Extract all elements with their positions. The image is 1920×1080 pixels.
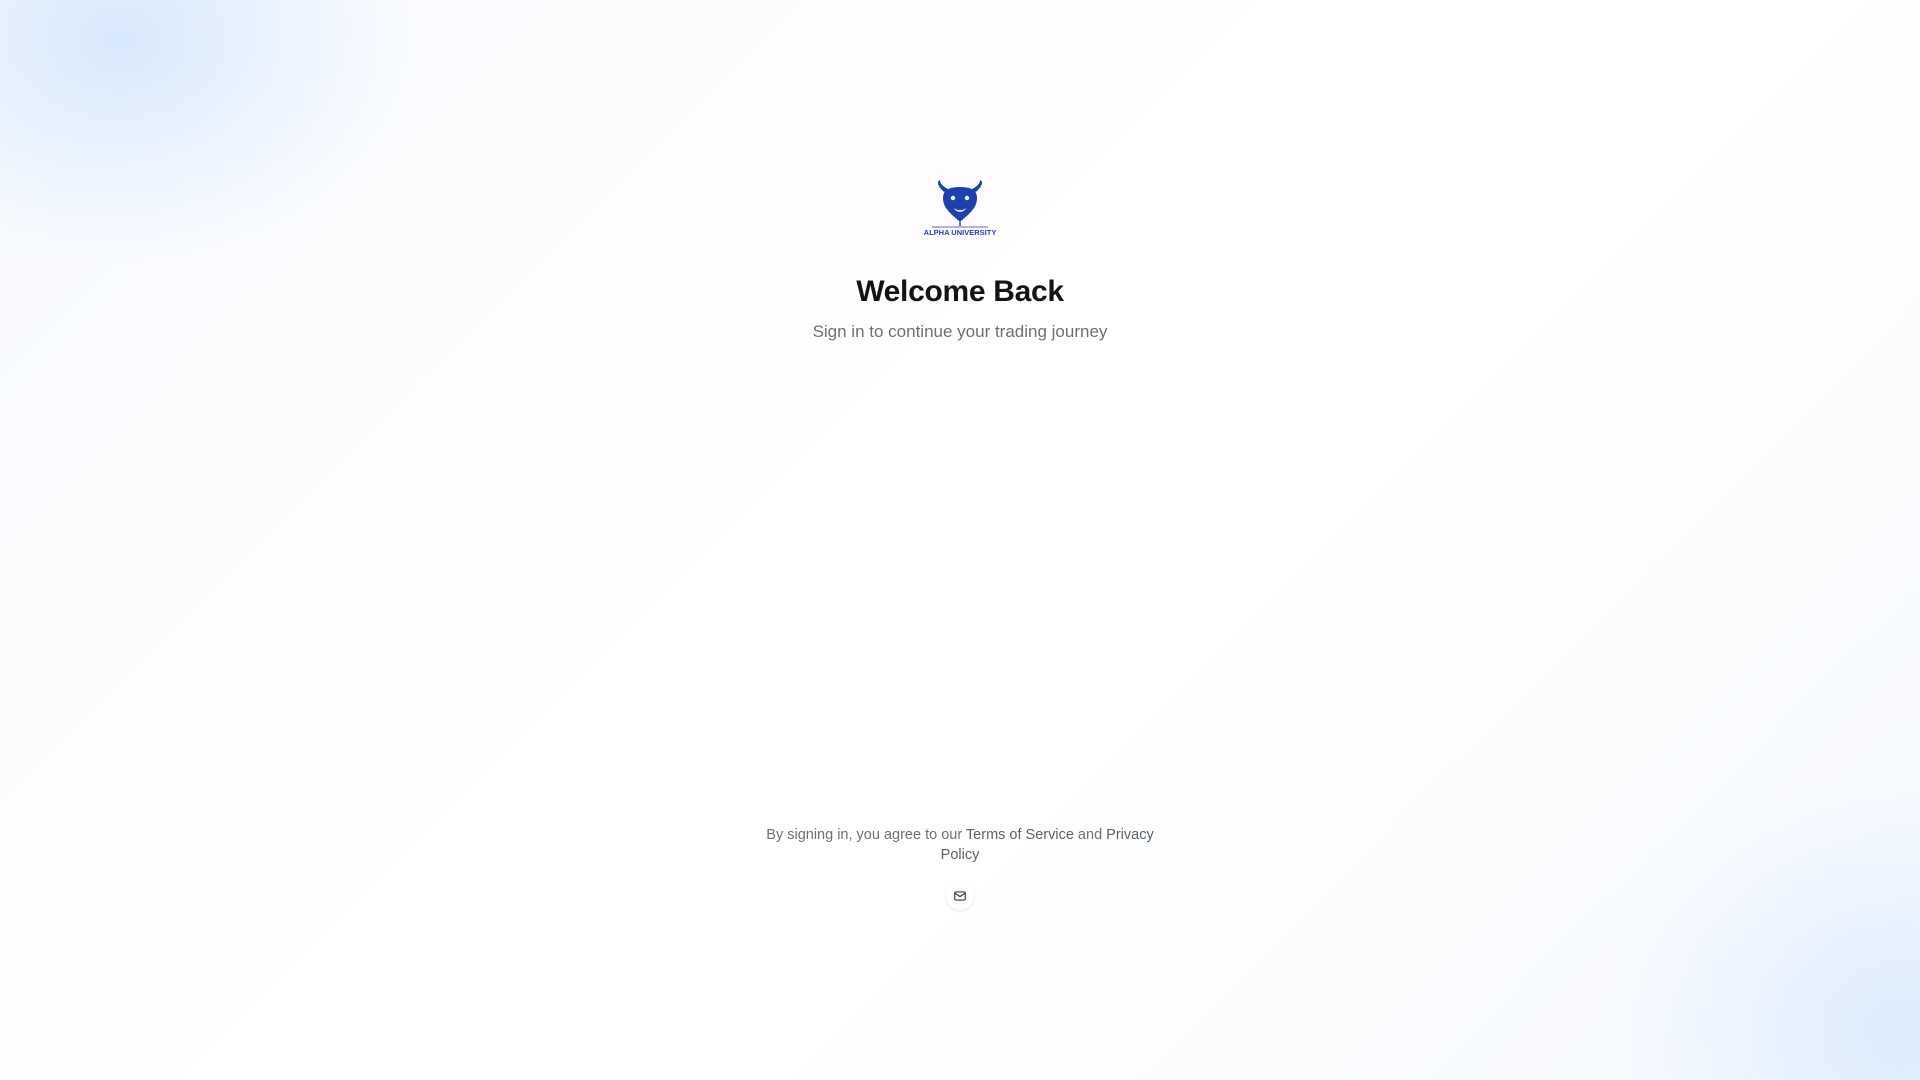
terms-of-service-link[interactable]: Terms of Service	[966, 827, 1074, 843]
legal-middle: and	[1073, 827, 1107, 843]
page-subtitle: Sign in to continue your trading journey	[812, 322, 1108, 341]
legal-prefix: By signing in, you agree to our	[766, 827, 966, 843]
mail-icon	[954, 891, 966, 901]
logo-wordmark: ALPHA UNIVERSITY	[924, 228, 996, 237]
legal-notice: By signing in, you agree to our Terms of…	[750, 825, 1170, 865]
alpha-university-logo: ALPHA UNIVERSITY	[924, 178, 996, 238]
contact-email-button[interactable]	[946, 882, 974, 910]
page-title: Welcome Back	[856, 275, 1064, 308]
